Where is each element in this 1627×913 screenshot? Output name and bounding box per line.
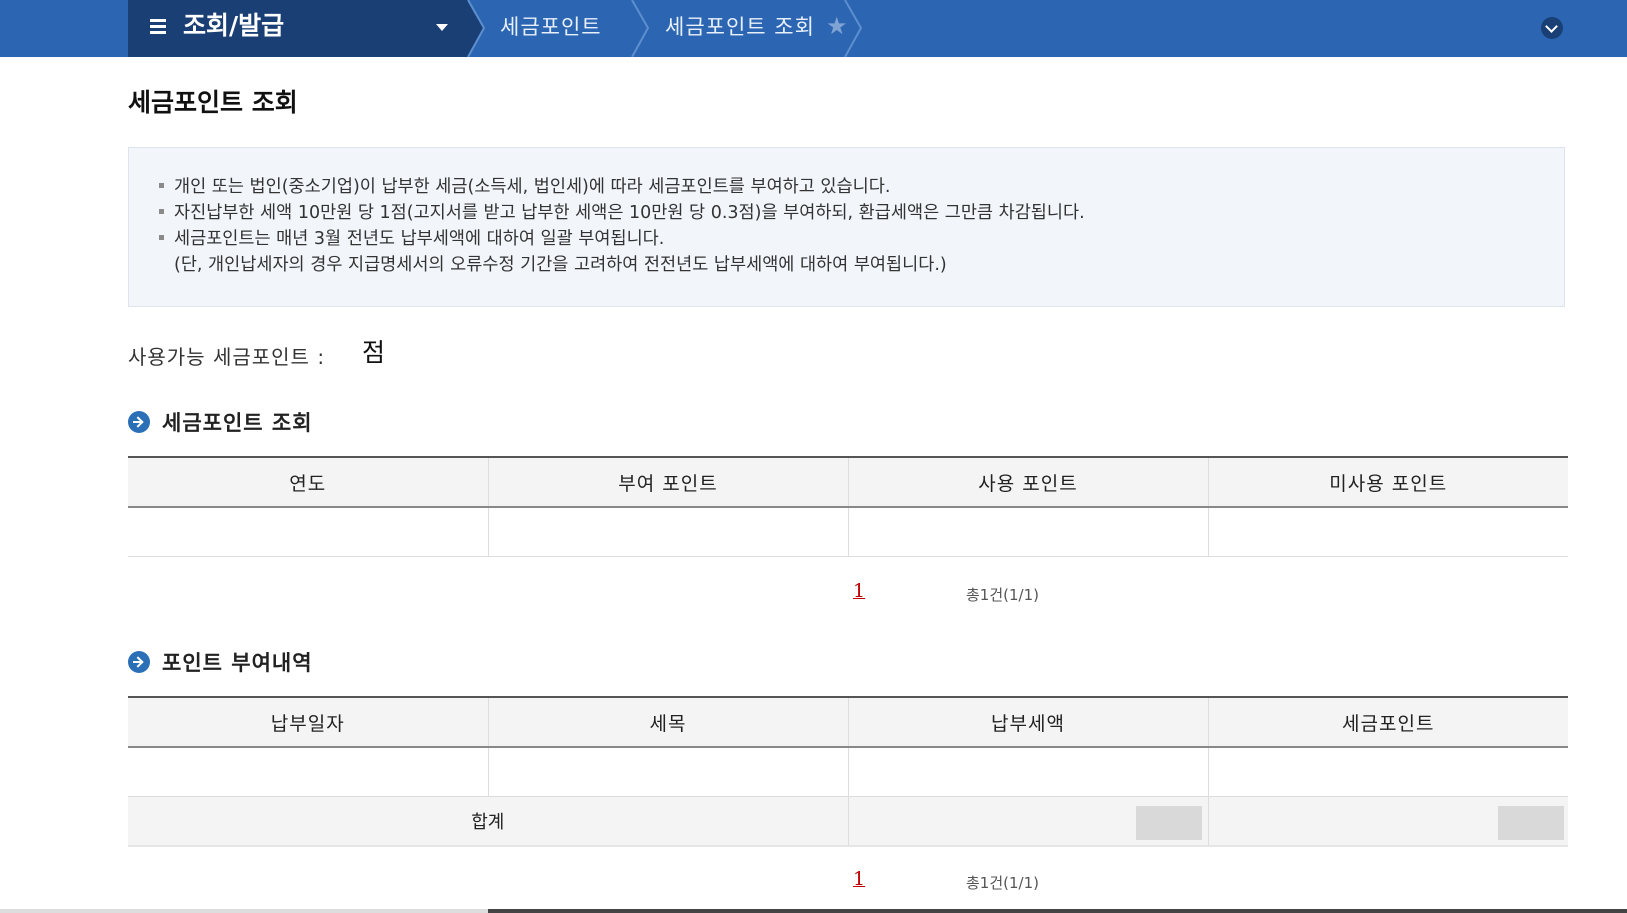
available-points: 사용가능 세금포인트 : 점 [128,338,385,374]
pagination-page-1[interactable]: 1 [853,868,865,890]
arrow-circle-icon [128,411,150,433]
pagination-page-1[interactable]: 1 [853,580,865,602]
table-cell [128,507,489,557]
sum-points-cell [1208,796,1568,847]
col-used-points: 사용 포인트 [848,456,1209,508]
col-unused-points: 미사용 포인트 [1208,456,1568,508]
page-title: 세금포인트 조회 [128,88,298,117]
sum-row: 합계 [128,796,1568,847]
breadcrumb-item-tax-point[interactable]: 세금포인트 [500,0,602,57]
grant-history-table: 납부일자 세목 납부세액 세금포인트 합계 [128,696,1568,847]
table-row [128,507,1568,557]
record-count: 총1건(1/1) [966,874,1039,892]
horizontal-scrollbar[interactable] [488,909,1627,913]
col-payment-amount: 납부세액 [848,696,1209,748]
sum-points-value [1498,806,1564,840]
col-year: 연도 [128,456,489,508]
col-granted-points: 부여 포인트 [488,456,849,508]
bullet-icon [159,208,164,214]
star-icon[interactable]: ★ [826,10,848,42]
notice-box: 개인 또는 법인(중소기업)이 납부한 세금(소득세, 법인세)에 따라 세금포… [128,147,1565,307]
top-nav-bar: 조회/발급 세금포인트 세금포인트 조회 ★ [0,0,1627,57]
sum-label: 합계 [128,796,849,847]
table-cell [848,747,1209,797]
table-cell [848,507,1209,557]
notice-line: (단, 개인납세자의 경우 지급명세서의 오류수정 기간을 고려하여 전전년도 … [159,253,947,277]
notice-text: (단, 개인납세자의 경우 지급명세서의 오류수정 기간을 고려하여 전전년도 … [174,255,947,275]
notice-line: 개인 또는 법인(중소기업)이 납부한 세금(소득세, 법인세)에 따라 세금포… [159,175,890,199]
expand-down-icon[interactable] [1541,17,1563,39]
sum-amount-cell [848,796,1209,847]
available-points-unit: 점 [362,338,387,367]
notice-text: 세금포인트는 매년 3월 전년도 납부세액에 대하여 일괄 부여됩니다. [174,229,665,249]
notice-line: 세금포인트는 매년 3월 전년도 납부세액에 대하여 일괄 부여됩니다. [159,227,664,251]
section-title-text: 세금포인트 조회 [162,411,313,435]
section-title-text: 포인트 부여내역 [162,651,313,675]
table-cell [488,747,849,797]
col-payment-date: 납부일자 [128,696,489,748]
table-cell [1208,747,1568,797]
arrow-circle-icon [128,651,150,673]
table-cell [1208,507,1568,557]
notice-text: 개인 또는 법인(중소기업)이 납부한 세금(소득세, 법인세)에 따라 세금포… [174,177,891,197]
bullet-icon [159,234,164,240]
available-points-label: 사용가능 세금포인트 : [128,345,326,369]
section-title-grant-history: 포인트 부여내역 [128,648,313,678]
sum-amount-value [1135,806,1202,840]
record-count: 총1건(1/1) [966,586,1039,604]
col-tax-points: 세금포인트 [1208,696,1568,748]
bullet-icon [159,182,164,188]
breadcrumb-item-tax-point-inquiry[interactable]: 세금포인트 조회 [665,0,815,57]
table-cell [488,507,849,557]
col-tax-item: 세목 [488,696,849,748]
notice-text: 자진납부한 세액 10만원 당 1점(고지서를 받고 납부한 세액은 10만원 … [174,203,1085,223]
table-row [128,747,1568,797]
table-cell [128,747,489,797]
notice-line: 자진납부한 세액 10만원 당 1점(고지서를 받고 납부한 세액은 10만원 … [159,201,1085,225]
tax-point-table: 연도 부여 포인트 사용 포인트 미사용 포인트 [128,456,1568,557]
section-title-inquiry: 세금포인트 조회 [128,408,313,438]
